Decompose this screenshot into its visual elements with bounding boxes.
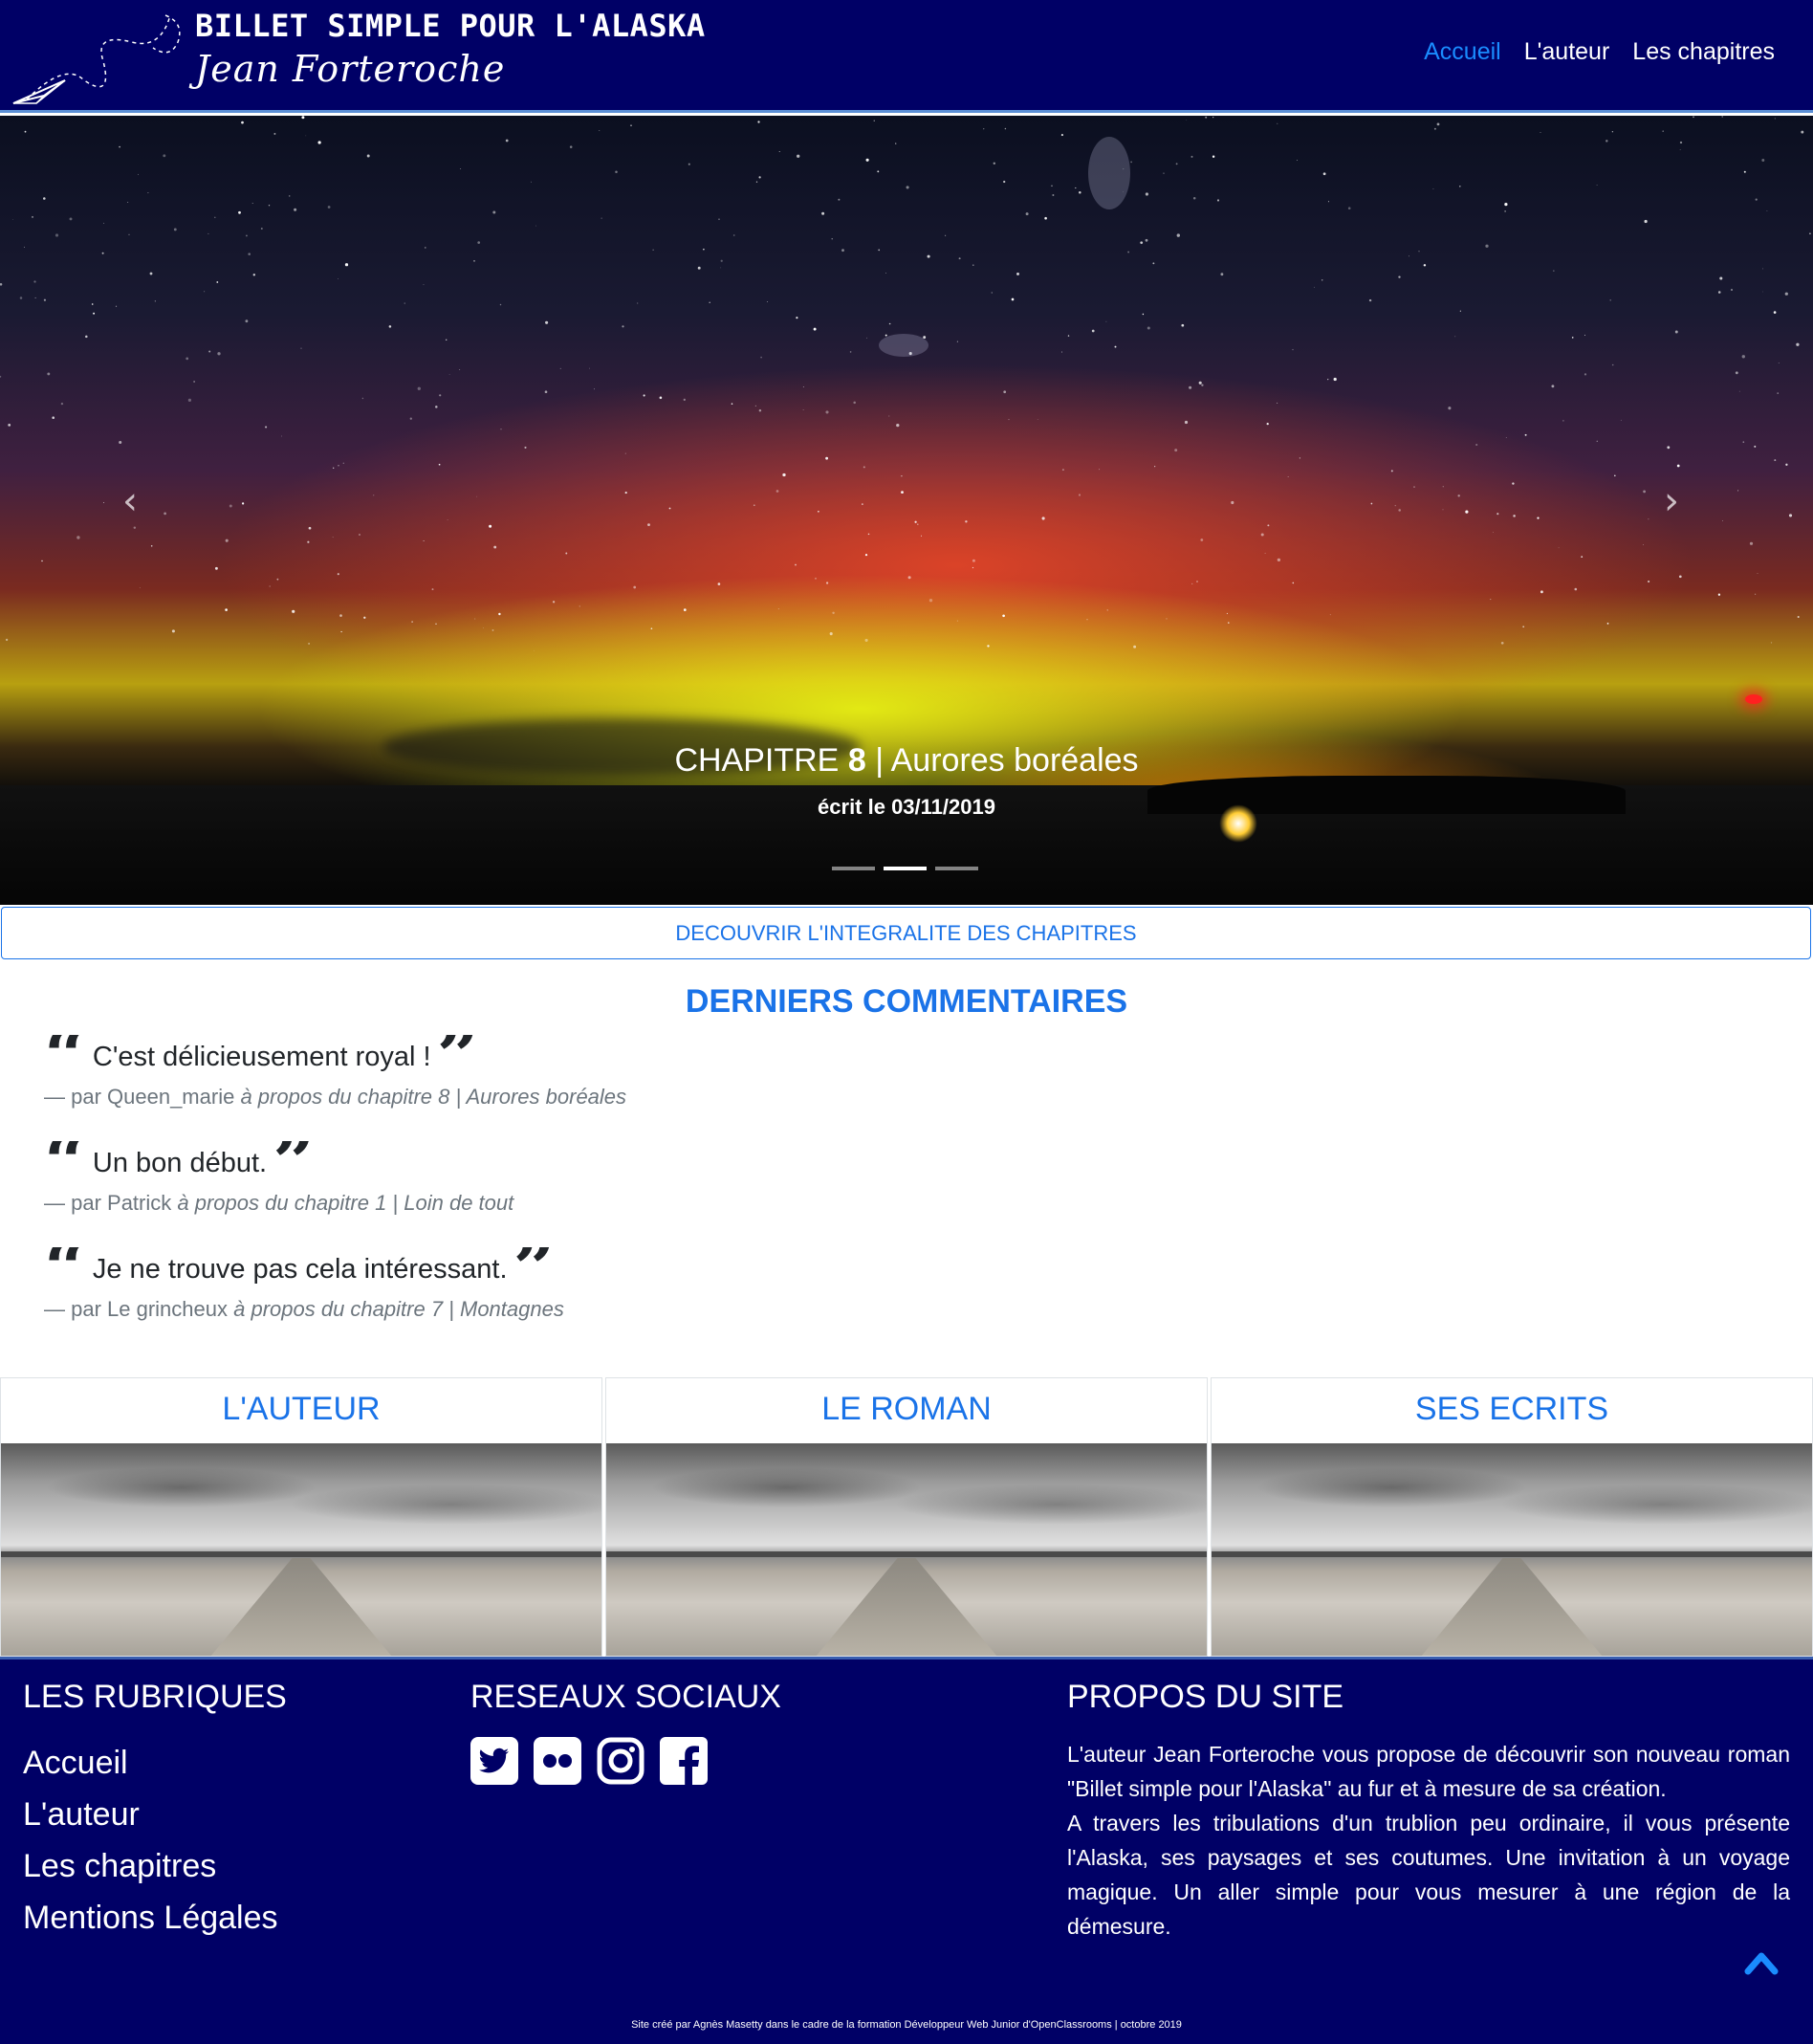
caption-separator: |	[875, 742, 885, 779]
quote-close-icon: ”	[436, 1035, 480, 1079]
carousel-indicators	[832, 867, 978, 870]
comment-meta: — par Le grincheux à propos du chapitre …	[44, 1297, 1000, 1322]
footer-about: PROPOS DU SITE L'auteur Jean Forteroche …	[1067, 1679, 1790, 1944]
footer-social-title: RESEAUX SOCIAUX	[470, 1679, 781, 1715]
quote-open-icon: “	[44, 1141, 87, 1185]
flickr-icon[interactable]	[534, 1737, 581, 1785]
chevron-up-icon[interactable]	[1744, 1948, 1779, 1975]
comment-chapter-ref: à propos du chapitre 7 | Montagnes	[233, 1297, 564, 1321]
card-panorama-image[interactable]	[606, 1443, 1207, 1656]
comment-author: — par Queen_marie	[44, 1085, 235, 1109]
comment-author: — par Le grincheux	[44, 1297, 228, 1321]
caption-title[interactable]: CHAPITRE 8 | Aurores boréales	[0, 742, 1813, 780]
card-panorama-image[interactable]	[1212, 1443, 1812, 1656]
site-author: Jean Forteroche	[195, 48, 506, 90]
chapter-carousel: ‹ › CHAPITRE 8 | Aurores boréales écrit …	[0, 116, 1813, 905]
comment-chapter-ref: à propos du chapitre 8 | Aurores boréale…	[240, 1085, 627, 1109]
quote-close-icon: ”	[273, 1141, 316, 1185]
footer-link-accueil[interactable]: Accueil	[23, 1737, 287, 1789]
nav-link-chapitres[interactable]: Les chapitres	[1632, 38, 1775, 66]
comment-item: “ C'est délicieusement royal ! ” — par Q…	[44, 1035, 1000, 1141]
card-roman[interactable]: LE ROMAN	[605, 1377, 1208, 1657]
footer-link-auteur[interactable]: L'auteur	[23, 1789, 287, 1840]
card-title[interactable]: L'AUTEUR	[1, 1378, 601, 1443]
paper-plane-logo-icon[interactable]	[8, 4, 189, 107]
comment-chapter-ref: à propos du chapitre 1 | Loin de tout	[177, 1191, 514, 1215]
card-auteur[interactable]: L'AUTEUR	[0, 1377, 602, 1657]
facebook-icon[interactable]	[660, 1737, 708, 1785]
card-title[interactable]: LE ROMAN	[606, 1378, 1207, 1443]
footer-rubriques: LES RUBRIQUES Accueil L'auteur Les chapi…	[23, 1679, 287, 1944]
footer-link-mentions[interactable]: Mentions Légales	[23, 1892, 287, 1944]
carousel-indicator-1[interactable]	[832, 867, 875, 870]
caption-chapter-prefix: CHAPITRE	[674, 742, 840, 779]
carousel-indicator-2[interactable]	[884, 867, 927, 870]
quote-open-icon: “	[44, 1035, 87, 1079]
chevron-right-icon[interactable]: ›	[1664, 479, 1679, 523]
carousel-caption: CHAPITRE 8 | Aurores boréales écrit le 0…	[0, 742, 1813, 820]
comment-meta: — par Patrick à propos du chapitre 1 | L…	[44, 1191, 1000, 1216]
site-title[interactable]: BILLET SIMPLE POUR L'ALASKA	[195, 8, 706, 44]
card-title[interactable]: SES ECRITS	[1212, 1378, 1812, 1443]
comment-meta: — par Queen_marie à propos du chapitre 8…	[44, 1085, 1000, 1110]
comment-item: “ Je ne trouve pas cela intéressant. ” —…	[44, 1247, 1000, 1353]
comment-text: Je ne trouve pas cela intéressant.	[92, 1253, 508, 1285]
about-paragraph-1: L'auteur Jean Forteroche vous propose de…	[1067, 1742, 1790, 1801]
feature-cards: L'AUTEUR LE ROMAN SES ECRITS	[0, 1377, 1813, 1657]
caption-date: écrit le 03/11/2019	[818, 795, 995, 819]
comment-text: Un bon début.	[92, 1147, 268, 1178]
starfield-image	[0, 116, 1811, 651]
comments-list: “ C'est délicieusement royal ! ” — par Q…	[44, 1035, 1000, 1353]
discover-chapters-button[interactable]: DECOUVRIR L'INTEGRALITE DES CHAPITRES	[1, 907, 1811, 959]
footer-rubriques-title: LES RUBRIQUES	[23, 1679, 287, 1715]
nav-link-auteur[interactable]: L'auteur	[1524, 38, 1610, 66]
instagram-icon[interactable]	[597, 1737, 644, 1785]
comment-text: C'est délicieusement royal !	[92, 1041, 431, 1072]
main-nav: Accueil L'auteur Les chapitres	[1424, 38, 1775, 66]
twitter-icon[interactable]	[470, 1737, 518, 1785]
footer-social: RESEAUX SOCIAUX	[470, 1679, 781, 1785]
site-header: BILLET SIMPLE POUR L'ALASKA Jean Fortero…	[0, 0, 1813, 113]
quote-close-icon: ”	[513, 1247, 557, 1291]
quote-open-icon: “	[44, 1247, 87, 1291]
carousel-indicator-3[interactable]	[935, 867, 978, 870]
comments-section-title: DERNIERS COMMENTAIRES	[685, 983, 1128, 1020]
comment-author: — par Patrick	[44, 1191, 172, 1215]
footer-link-chapitres[interactable]: Les chapitres	[23, 1840, 287, 1892]
footer-credit: Site créé par Agnès Masetty dans le cadr…	[631, 2019, 1182, 2031]
site-footer: LES RUBRIQUES Accueil L'auteur Les chapi…	[0, 1657, 1813, 2044]
caption-chapter-number: 8	[847, 742, 866, 779]
red-light	[1745, 694, 1762, 704]
caption-chapter-title: Aurores boréales	[890, 742, 1139, 779]
comment-item: “ Un bon début. ” — par Patrick à propos…	[44, 1141, 1000, 1247]
card-panorama-image[interactable]	[1, 1443, 601, 1656]
nav-link-accueil[interactable]: Accueil	[1424, 38, 1501, 66]
chevron-left-icon[interactable]: ‹	[122, 479, 138, 523]
card-ecrits[interactable]: SES ECRITS	[1211, 1377, 1813, 1657]
footer-about-text: L'auteur Jean Forteroche vous propose de…	[1067, 1737, 1790, 1944]
footer-about-title: PROPOS DU SITE	[1067, 1679, 1344, 1715]
about-paragraph-2: A travers les tribulations d'un trublion…	[1067, 1811, 1790, 1939]
